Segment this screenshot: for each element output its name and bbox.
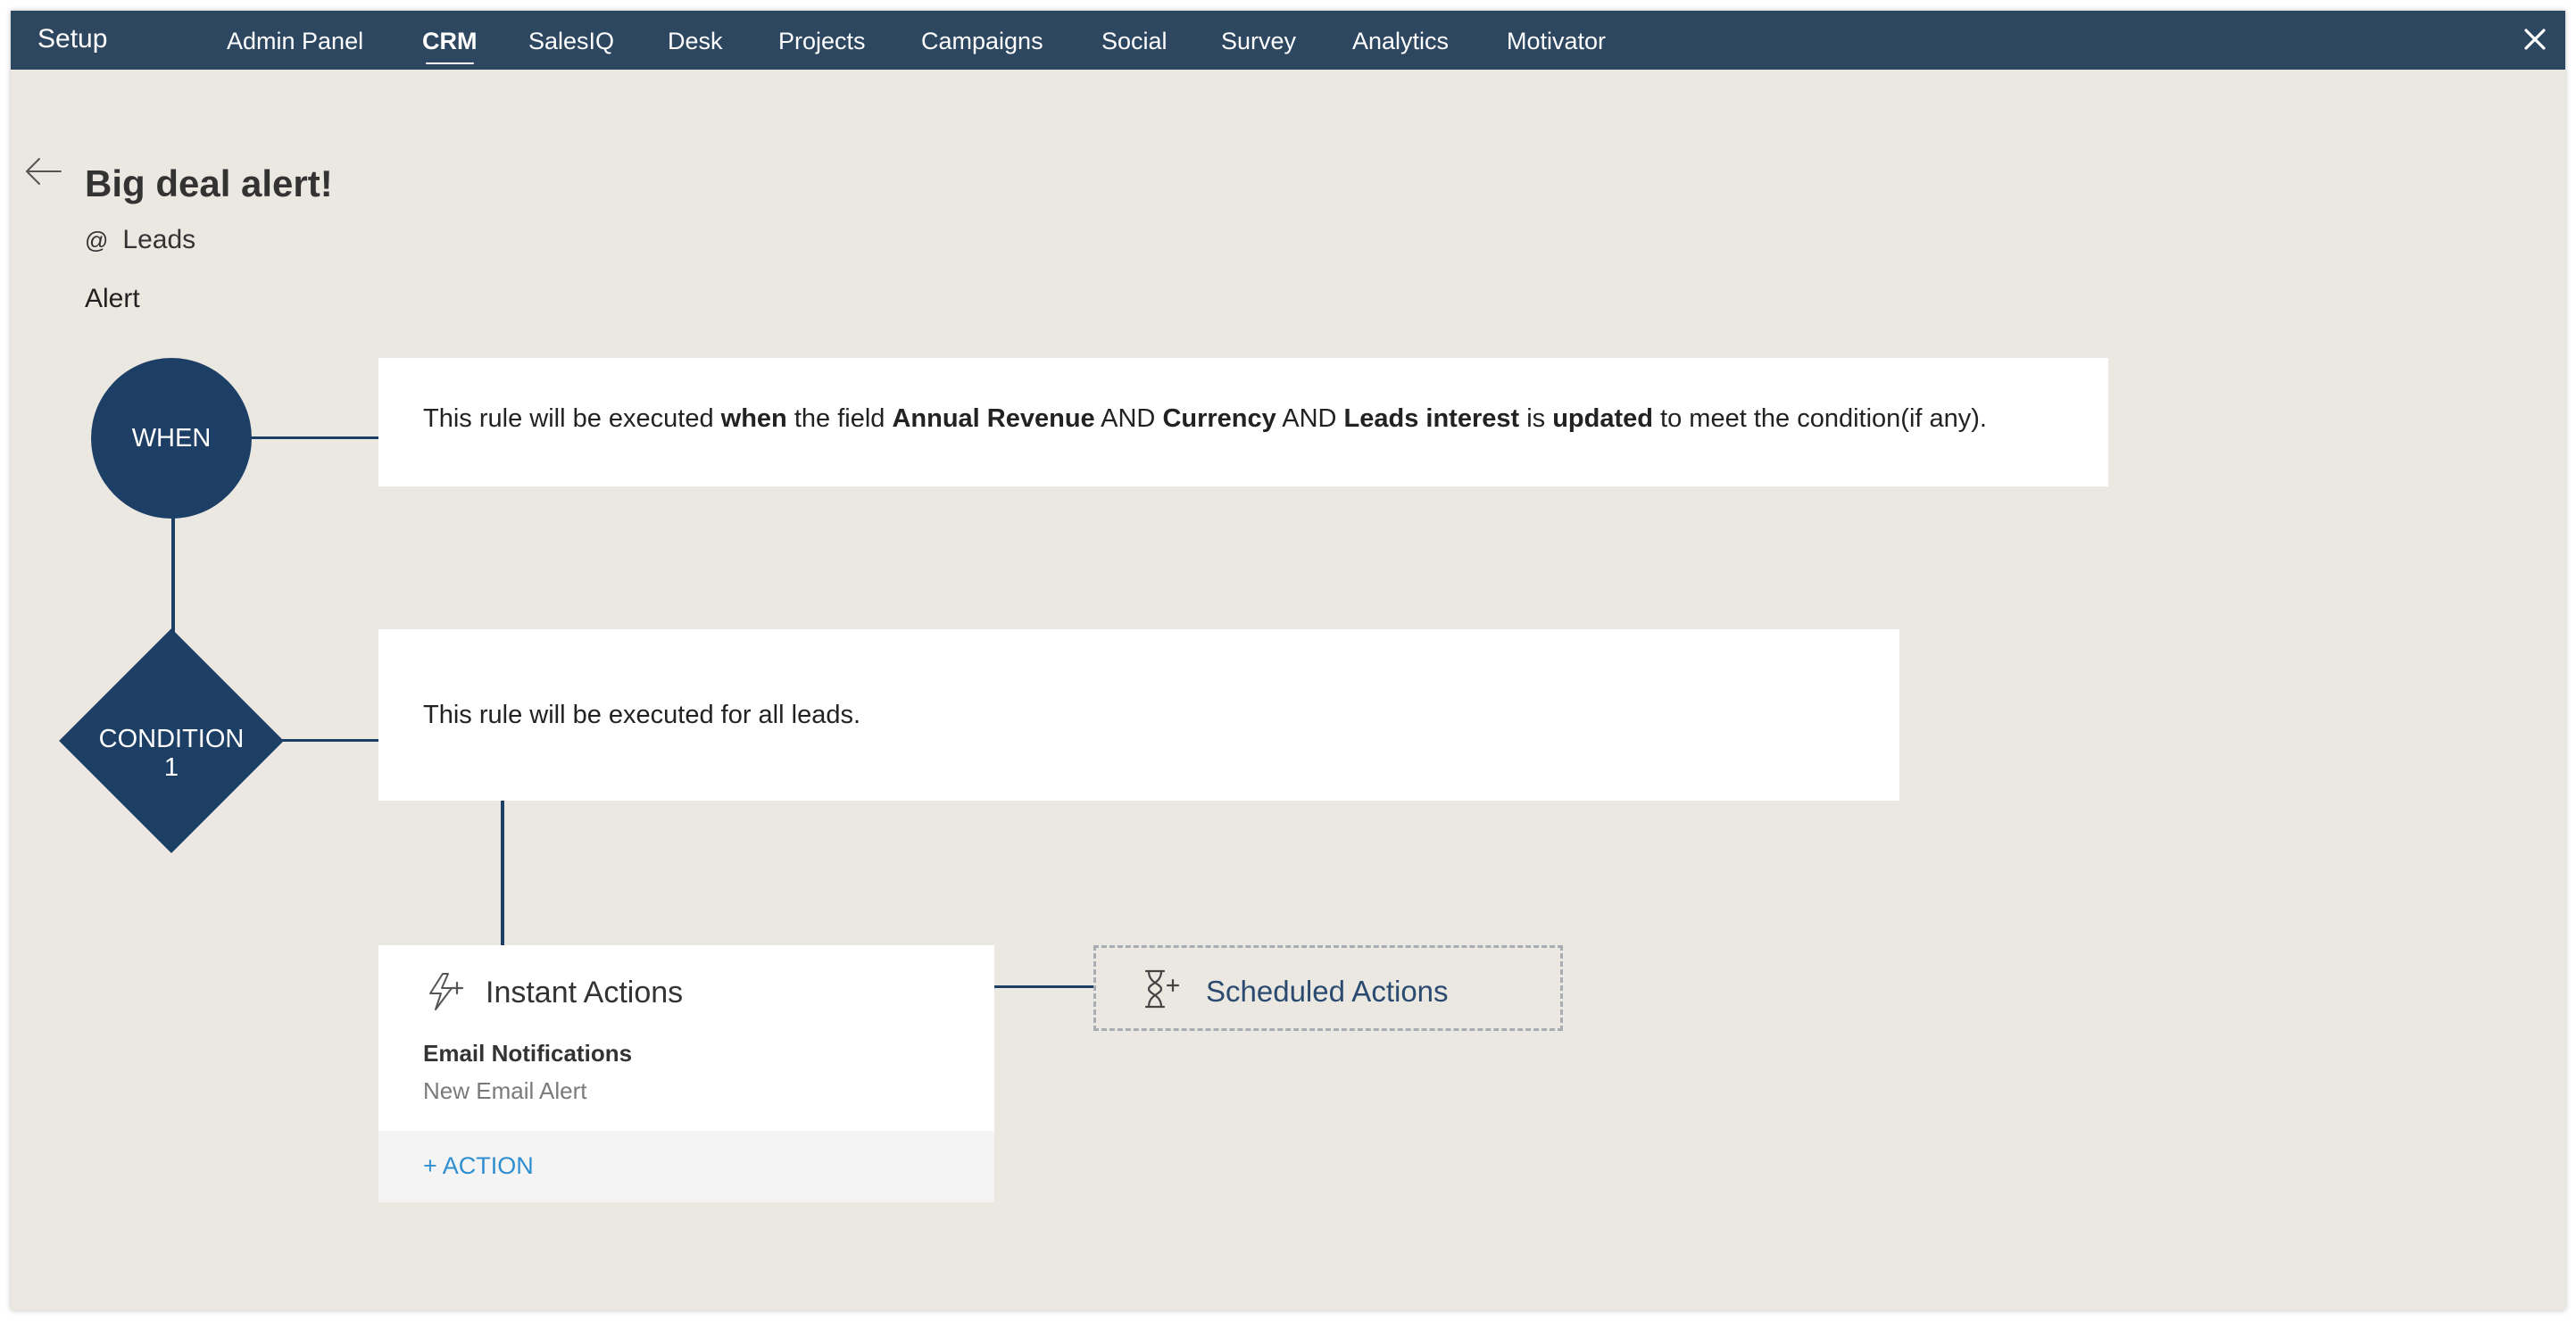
instant-actions-heading: Instant Actions (486, 976, 684, 1009)
close-icon[interactable] (2519, 23, 2551, 55)
connector-when-card (250, 436, 378, 439)
module-name: Leads (122, 225, 196, 254)
rule-module: @ Leads (85, 225, 195, 255)
rule-type: Alert (85, 284, 140, 313)
top-navigation-bar: Setup Admin Panel CRM SalesIQ Desk Proje… (11, 11, 2565, 70)
nav-item-motivator[interactable]: Motivator (1507, 27, 1606, 55)
when-description: This rule will be executed when the fiel… (423, 404, 1987, 433)
nav-item-salesiq[interactable]: SalesIQ (528, 27, 614, 55)
condition-description: This rule will be executed for all leads… (423, 701, 861, 729)
condition-label-line1: CONDITION (98, 725, 245, 753)
add-action-button[interactable]: + ACTION (423, 1152, 534, 1180)
nav-item-projects[interactable]: Projects (778, 27, 866, 55)
back-arrow-icon[interactable] (21, 154, 64, 189)
setup-title: Setup (37, 24, 108, 54)
condition-label-line2: 1 (163, 753, 179, 782)
condition-card[interactable]: This rule will be executed for all leads… (378, 629, 1899, 801)
setup-window: Setup Admin Panel CRM SalesIQ Desk Proje… (11, 11, 2565, 1310)
at-symbol: @ (85, 227, 109, 253)
email-notifications-title: Email Notifications (423, 1040, 633, 1067)
lightning-plus-icon (429, 973, 464, 1010)
instant-actions-footer: + ACTION (378, 1131, 994, 1202)
scheduled-actions-button[interactable]: Scheduled Actions (1093, 945, 1563, 1031)
email-alert-name[interactable]: New Email Alert (423, 1077, 587, 1105)
when-node: WHEN (91, 358, 252, 519)
when-card[interactable]: This rule will be executed when the fiel… (378, 358, 2108, 486)
condition-node-label: CONDITION 1 (64, 725, 278, 782)
instant-actions-card: Instant Actions Email Notifications New … (378, 945, 994, 1202)
nav-item-crm[interactable]: CRM (422, 27, 478, 64)
connector-condition-actions (501, 801, 504, 945)
nav-item-campaigns[interactable]: Campaigns (921, 27, 1043, 55)
hourglass-plus-icon (1144, 969, 1180, 1009)
nav-item-analytics[interactable]: Analytics (1352, 27, 1449, 55)
rule-title: Big deal alert! (85, 162, 333, 204)
nav-item-admin-panel[interactable]: Admin Panel (227, 27, 363, 55)
nav-item-survey[interactable]: Survey (1221, 27, 1296, 55)
scheduled-actions-label: Scheduled Actions (1206, 975, 1449, 1008)
connector-condition-card (278, 739, 378, 742)
nav-item-desk[interactable]: Desk (668, 27, 723, 55)
connector-instant-scheduled (994, 985, 1093, 988)
nav-item-social[interactable]: Social (1101, 27, 1168, 55)
